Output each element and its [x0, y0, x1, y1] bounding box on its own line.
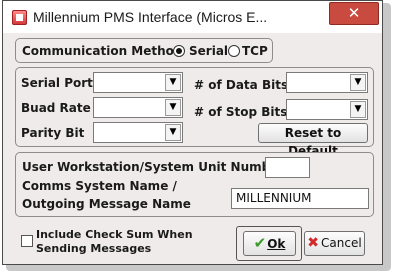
communication-panel: Communication Method Serial TCP [15, 38, 273, 63]
communication-method-label: Communication Method [22, 44, 183, 58]
chevron-down-icon[interactable]: ▼ [350, 101, 366, 118]
cancel-icon: ✖ [307, 235, 320, 251]
title-bar[interactable]: Millennium PMS Interface (Micros E... ✕ [3, 1, 382, 33]
chevron-down-icon[interactable]: ▼ [165, 124, 181, 141]
chevron-down-icon[interactable]: ▼ [350, 74, 366, 91]
data-bits-dropdown[interactable]: ▼ [286, 72, 368, 93]
serial-port-dropdown[interactable]: ▼ [93, 72, 183, 93]
chevron-down-icon[interactable]: ▼ [165, 99, 181, 116]
radio-serial-label[interactable]: Serial [189, 43, 228, 59]
checksum-checkbox[interactable] [21, 235, 33, 247]
parity-bit-dropdown[interactable]: ▼ [93, 122, 183, 143]
comms-name-input[interactable]: MILLENNIUM [231, 188, 369, 209]
workstation-label: User Workstation/System Unit Number [22, 160, 285, 174]
cancel-button-label: Cancel [321, 236, 362, 250]
data-bits-label: # of Data Bits [194, 78, 289, 92]
parity-bit-label: Parity Bit [21, 126, 85, 140]
comms-name-label-line2: Outgoing Message Name [22, 197, 191, 211]
system-panel: User Workstation/System Unit Number Comm… [15, 152, 374, 217]
ok-button-label: Ok [267, 237, 286, 251]
reset-to-default-button[interactable]: Reset to Default [258, 123, 368, 158]
baud-rate-dropdown[interactable]: ▼ [93, 97, 183, 118]
baud-rate-label: Buad Rate [21, 101, 91, 115]
chevron-down-icon[interactable]: ▼ [165, 74, 181, 91]
radio-serial[interactable] [173, 45, 185, 57]
close-button[interactable]: ✕ [329, 2, 379, 25]
comms-name-label-line1: Comms System Name / [22, 179, 177, 193]
radio-tcp[interactable] [228, 45, 240, 57]
window-title: Millennium PMS Interface (Micros E... [33, 9, 268, 25]
ok-button[interactable]: ✔Ok [243, 231, 296, 256]
checkmark-icon: ✔ [253, 234, 267, 252]
close-icon: ✕ [347, 4, 361, 22]
stop-bits-label: # of Stop Bits [194, 105, 288, 119]
checksum-label-line2[interactable]: Sending Messages [36, 241, 151, 257]
serial-settings-panel: Serial Port ▼ Buad Rate ▼ Parity Bit ▼ #… [15, 67, 374, 158]
cancel-button[interactable]: ✖ Cancel [304, 231, 365, 256]
app-icon [12, 10, 27, 25]
workstation-input[interactable] [265, 157, 310, 178]
radio-tcp-label[interactable]: TCP [242, 43, 268, 59]
serial-port-label: Serial Port [21, 76, 93, 90]
dialog-window: Millennium PMS Interface (Micros E... ✕ … [2, 0, 383, 265]
stop-bits-dropdown[interactable]: ▼ [286, 99, 368, 120]
